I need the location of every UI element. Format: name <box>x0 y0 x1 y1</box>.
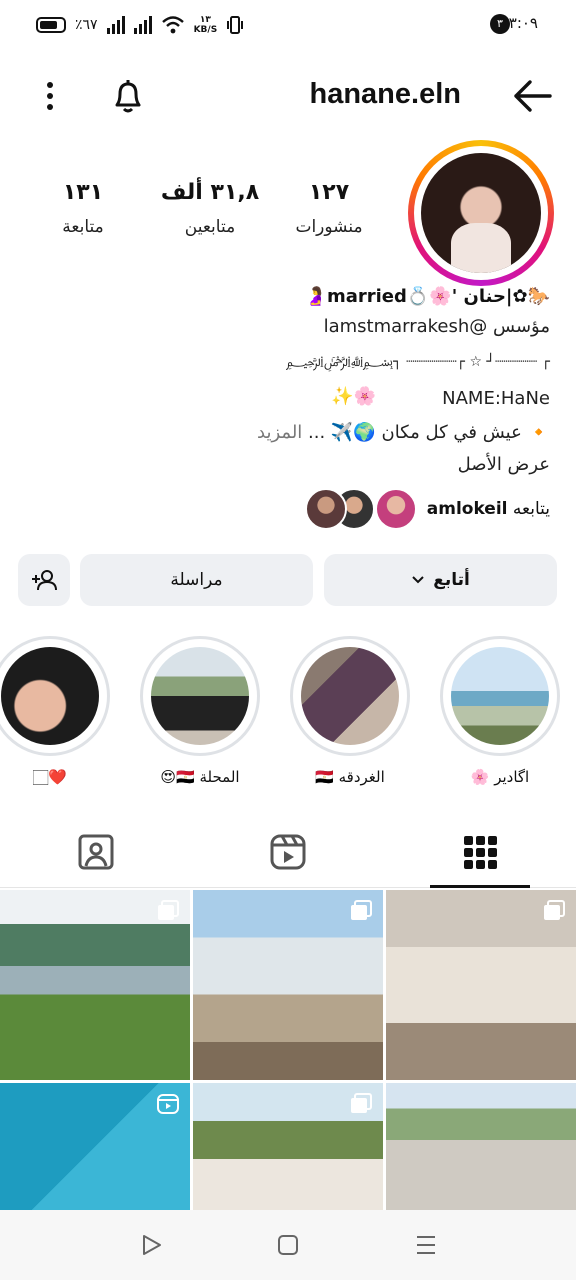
status-bar: ٪٦٧ ١٣ KB/S ٣ ٣:٠٩ <box>0 0 576 50</box>
profile-header: hanane.eln <box>0 60 576 132</box>
multiple-images-icon <box>351 900 372 920</box>
stat-posts-label: منشورات <box>295 217 363 237</box>
highlight-image <box>451 647 549 745</box>
highlight-image <box>151 647 249 745</box>
more-options-icon[interactable] <box>40 80 60 112</box>
signal-icon <box>106 16 125 34</box>
multiple-images-icon <box>351 1093 372 1113</box>
bio-line-founder[interactable]: مؤسس @lamstmarrakesh <box>324 316 550 337</box>
follow-button-label: أتابع <box>433 570 470 590</box>
mutual-avatars <box>304 488 417 530</box>
mutual-avatar-3 <box>304 488 347 530</box>
network-speed: ١٣ KB/S <box>194 15 218 35</box>
see-original-link[interactable]: عرض الأصل <box>458 454 550 475</box>
highlight-item[interactable]: الغردقه 🇪🇬 <box>290 636 410 786</box>
highlight-item[interactable]: اگادير 🌸 <box>440 636 560 786</box>
reels-tab-icon[interactable] <box>268 832 308 872</box>
battery-percent: ٪٦٧ <box>75 17 98 33</box>
highlight-label: المحلة 🇪🇬😍 <box>160 768 240 786</box>
highlight-ring <box>290 636 410 756</box>
post-thumbnail[interactable] <box>193 1083 383 1210</box>
tagged-tab-icon[interactable] <box>76 832 116 872</box>
status-icons-left: ٪٦٧ ١٣ KB/S <box>36 12 244 38</box>
notifications-bell-icon[interactable] <box>108 76 148 116</box>
network-speed-unit: KB/S <box>193 25 218 35</box>
stat-posts-value: ١٢٧ <box>308 180 350 205</box>
clock: ٣:٠٩ <box>508 14 538 32</box>
highlight-image <box>1 647 99 745</box>
reel-icon <box>157 1094 179 1114</box>
back-nav-icon[interactable] <box>138 1232 164 1258</box>
followed-by-text: يتابعه amlokeil <box>427 499 550 519</box>
bio-line-travel: 🔸 عيش في كل مكان 🌍✈️ ... المزيد <box>257 422 550 443</box>
stat-following-label: متابعة <box>62 217 104 237</box>
message-button-label: مراسلة <box>170 570 223 590</box>
notification-badge: ٣ <box>490 14 510 34</box>
multiple-images-icon <box>544 900 565 920</box>
followed-by-row[interactable]: يتابعه amlokeil <box>304 484 550 534</box>
stat-followers-label: متابعين <box>184 217 236 237</box>
message-button[interactable]: مراسلة <box>80 554 313 606</box>
post-thumbnail[interactable] <box>0 890 190 1080</box>
highlight-image <box>301 647 399 745</box>
system-navigation-bar <box>0 1210 576 1280</box>
followed-by-prefix: يتابعه <box>512 499 550 519</box>
suggested-users-button[interactable] <box>18 554 70 606</box>
bio-line-emoji: 🌸✨ <box>331 386 376 407</box>
post-thumbnail[interactable] <box>386 890 576 1080</box>
post-thumbnail[interactable] <box>193 890 383 1080</box>
username-title: hanane.eln <box>309 78 462 110</box>
wifi-icon <box>161 16 184 34</box>
highlight-ring <box>140 636 260 756</box>
back-arrow-icon[interactable] <box>512 78 552 114</box>
multiple-images-icon <box>158 900 179 920</box>
profile-avatar[interactable] <box>408 140 554 286</box>
highlight-ring <box>0 636 110 756</box>
post-thumbnail[interactable] <box>386 1083 576 1210</box>
stat-posts[interactable]: ١٢٧ منشورات <box>286 180 372 237</box>
followed-by-user: amlokeil <box>426 499 508 519</box>
stat-followers[interactable]: ٣١,٨ ألف متابعين <box>150 180 270 237</box>
bio-line-name: NAME:HaNe <box>442 388 550 409</box>
home-nav-icon[interactable] <box>275 1232 301 1258</box>
grid-tab-icon[interactable] <box>460 832 500 872</box>
bio-more-link[interactable]: المزيد <box>257 422 302 443</box>
highlight-ring <box>440 636 560 756</box>
bio-name: 🐎✿|حنان '🌸💍married🤰 <box>304 286 550 307</box>
follow-button[interactable]: أتابع <box>324 554 557 606</box>
add-person-icon <box>32 570 57 591</box>
highlight-label: اگادير 🌸 <box>470 768 530 786</box>
stat-following-value: ١٣١ <box>62 180 104 205</box>
stat-following[interactable]: ١٣١ متابعة <box>48 180 118 237</box>
active-tab-indicator <box>430 885 530 888</box>
stat-followers-value: ٣١,٨ ألف <box>160 180 260 205</box>
mutual-avatar-1 <box>374 488 417 530</box>
avatar-photo <box>421 153 541 273</box>
highlight-label: الغردقه 🇪🇬 <box>315 768 385 786</box>
profile-tabs <box>0 822 576 888</box>
signal-icon-2 <box>133 16 152 34</box>
chevron-down-icon <box>412 576 424 584</box>
highlight-item[interactable]: ❤️🏻 <box>0 636 110 786</box>
vibrate-icon <box>227 16 244 34</box>
post-thumbnail[interactable] <box>0 1083 190 1210</box>
battery-icon <box>36 17 66 33</box>
highlight-label: ❤️🏻 <box>33 768 67 786</box>
bio-travel-text: 🔸 عيش في كل مكان 🌍✈️ ... <box>308 422 550 443</box>
recents-nav-icon[interactable] <box>413 1232 439 1258</box>
network-speed-value: ١٣ <box>199 15 211 25</box>
avatar-border <box>414 146 548 280</box>
bio-line-decoration: ┌ ┈┈┈┈┈┘ ☆ ┌┈┈┈┈┈┈ ┐﷽ <box>285 354 550 370</box>
highlight-item[interactable]: المحلة 🇪🇬😍 <box>140 636 260 786</box>
